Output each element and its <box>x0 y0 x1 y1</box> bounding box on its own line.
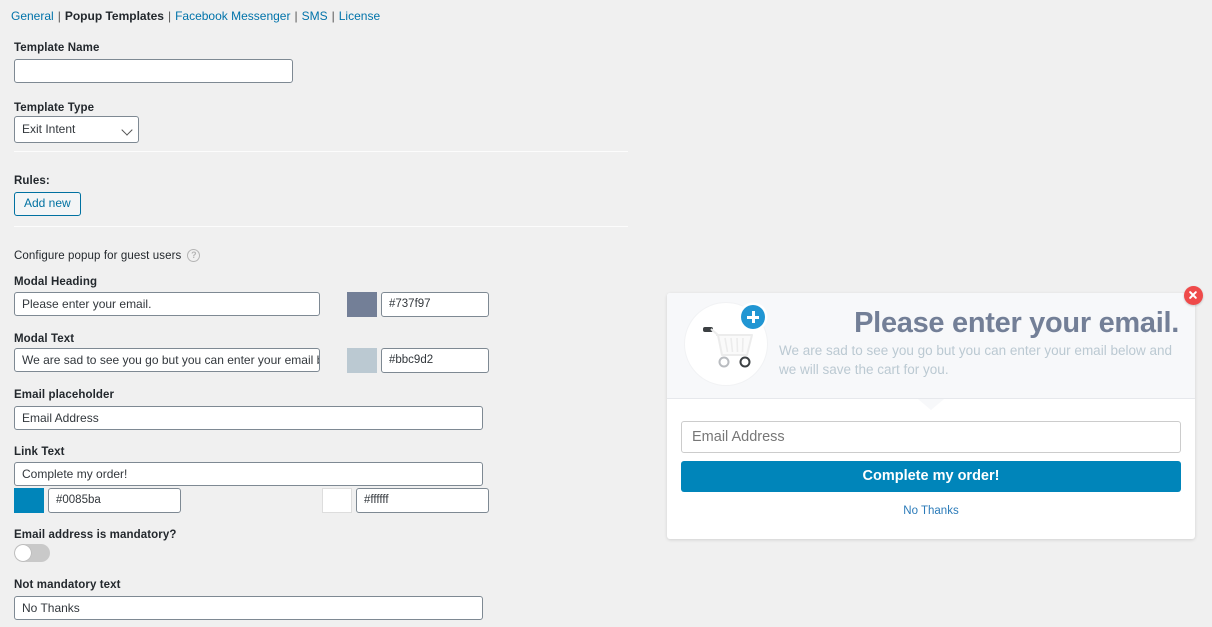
modal-heading-color-picker[interactable]: #737f97 <box>347 292 489 317</box>
link-text-color-picker[interactable]: #ffffff <box>322 488 489 513</box>
email-placeholder-input[interactable]: Email Address <box>14 406 483 430</box>
not-mandatory-text-input[interactable]: No Thanks <box>14 596 483 620</box>
link-bg-color-hex[interactable]: #0085ba <box>48 488 181 513</box>
rules-label: Rules: <box>14 175 50 187</box>
template-name-label: Template Name <box>14 42 100 54</box>
modal-text-label: Modal Text <box>14 333 75 345</box>
modal-heading-label: Modal Heading <box>14 276 98 288</box>
toggle-knob <box>15 545 31 561</box>
divider <box>14 151 628 152</box>
close-icon[interactable] <box>1184 286 1203 305</box>
email-mandatory-label: Email address is mandatory? <box>14 529 177 541</box>
cart-icon <box>685 303 767 385</box>
popup-email-input[interactable]: Email Address <box>681 421 1181 453</box>
template-name-input[interactable] <box>14 59 293 83</box>
popup-template-form: Template Name Template Type Exit Intent … <box>0 0 640 627</box>
not-mandatory-text-label: Not mandatory text <box>14 579 121 591</box>
link-text-label: Link Text <box>14 446 65 458</box>
link-text-color-hex[interactable]: #ffffff <box>356 488 489 513</box>
modal-text-color-hex[interactable]: #bbc9d2 <box>381 348 489 373</box>
modal-heading-color-hex[interactable]: #737f97 <box>381 292 489 317</box>
divider <box>14 226 628 227</box>
color-swatch[interactable] <box>347 348 377 373</box>
popup-text: We are sad to see you go but you can ent… <box>779 343 1172 377</box>
color-swatch[interactable] <box>322 488 352 513</box>
popup-preview: Please enter your email. We are sad to s… <box>667 286 1203 539</box>
template-type-label: Template Type <box>14 102 95 114</box>
popup-submit-button[interactable]: Complete my order! <box>681 461 1181 492</box>
link-bg-color-picker[interactable]: #0085ba <box>14 488 181 513</box>
template-type-value: Exit Intent <box>22 122 76 136</box>
popup-decline-link[interactable]: No Thanks <box>681 505 1181 517</box>
modal-text-color-picker[interactable]: #bbc9d2 <box>347 348 489 373</box>
add-to-cart-plus-badge-icon <box>741 305 765 329</box>
email-mandatory-toggle[interactable] <box>14 544 50 562</box>
link-text-input[interactable]: Complete my order! <box>14 462 483 486</box>
add-new-rule-button[interactable]: Add new <box>14 192 81 216</box>
configure-guest-users-text: Configure popup for guest users <box>14 250 182 262</box>
modal-heading-input[interactable]: Please enter your email. <box>14 292 320 316</box>
popup-body: Email Address Complete my order! No Than… <box>667 399 1195 517</box>
email-placeholder-label: Email placeholder <box>14 389 115 401</box>
color-swatch[interactable] <box>14 488 44 513</box>
popup-header: Please enter your email. We are sad to s… <box>667 286 1203 410</box>
popup-heading: Please enter your email. <box>854 307 1179 339</box>
help-icon[interactable]: ? <box>187 249 201 262</box>
popup-notch <box>918 398 944 410</box>
modal-text-input[interactable]: We are sad to see you go but you can ent… <box>14 348 320 372</box>
template-type-select[interactable]: Exit Intent <box>14 116 139 143</box>
chevron-down-icon <box>121 124 133 136</box>
color-swatch[interactable] <box>347 292 377 317</box>
configure-guest-users-label: Configure popup for guest users? <box>14 249 201 262</box>
